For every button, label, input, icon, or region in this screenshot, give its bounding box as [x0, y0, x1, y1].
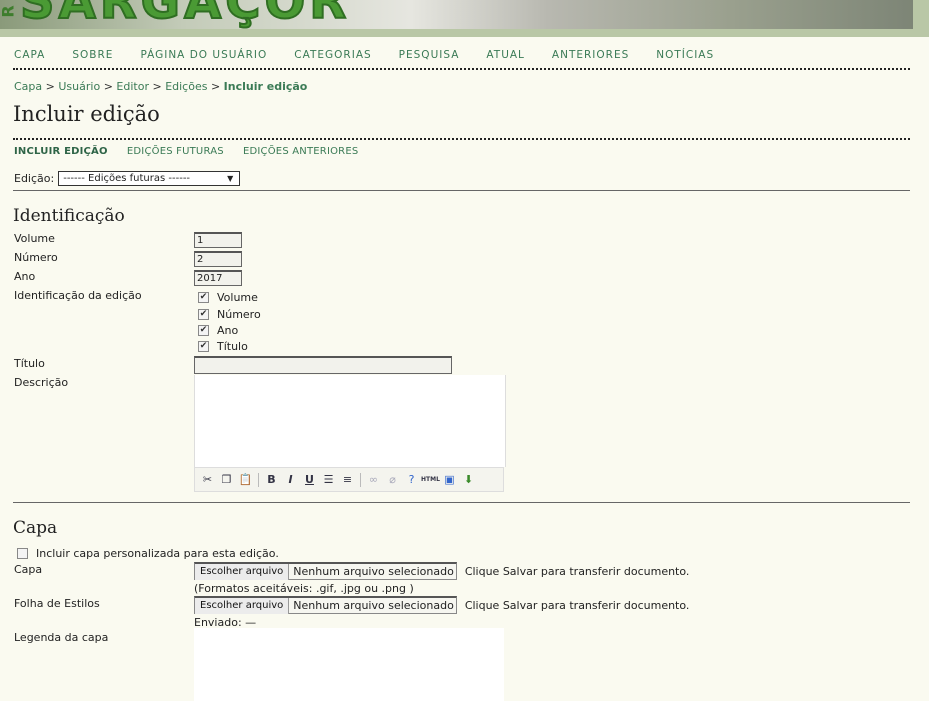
- paste-icon[interactable]: 📋: [236, 471, 255, 489]
- year-label: Ano: [14, 270, 36, 283]
- identification-title: Identificação: [13, 206, 125, 226]
- toolbar-separator: [360, 472, 361, 487]
- year-input[interactable]: 2017: [194, 270, 242, 286]
- breadcrumb-separator: >: [152, 80, 162, 93]
- cover-label: Capa: [14, 563, 43, 576]
- tab-edicoes-futuras[interactable]: EDIÇÕES FUTURAS: [127, 146, 224, 157]
- show-title-checkbox[interactable]: ✔: [198, 341, 209, 352]
- image-upload-icon[interactable]: ⬇: [459, 471, 478, 489]
- nav-atual[interactable]: ATUAL: [486, 49, 525, 69]
- volume-label: Volume: [14, 232, 55, 245]
- breadcrumb-capa[interactable]: Capa: [14, 80, 42, 93]
- unlink-icon[interactable]: ⌀: [383, 471, 402, 489]
- bold-icon[interactable]: B: [262, 471, 281, 489]
- stylesheet-choose-file-button[interactable]: Escolher arquivo: [195, 597, 290, 614]
- show-year-checkbox[interactable]: ✔: [198, 325, 209, 336]
- cover-formats-note: (Formatos aceitáveis: .gif, .jpg ou .png…: [194, 582, 414, 595]
- stylesheet-save-hint: Clique Salvar para transferir documento.: [464, 598, 690, 612]
- issue-select[interactable]: ------ Edições futuras ------ ▼: [58, 171, 241, 186]
- description-editor[interactable]: [194, 375, 506, 467]
- stylesheet-file-status: Nenhum arquivo selecionado: [293, 599, 454, 612]
- show-volume-option[interactable]: ✔ Volume: [198, 291, 258, 304]
- breadcrumb-separator: >: [210, 80, 221, 93]
- nav-divider: [13, 68, 910, 70]
- numbered-list-icon[interactable]: ≡: [338, 471, 357, 489]
- description-label: Descrição: [14, 376, 69, 389]
- cover-file-row: Escolher arquivo Nenhum arquivo selecion…: [194, 562, 689, 580]
- bullet-list-icon[interactable]: ☰: [319, 471, 338, 489]
- stylesheet-label: Folha de Estilos: [14, 597, 100, 610]
- stylesheet-file-row: Escolher arquivo Nenhum arquivo selecion…: [194, 596, 689, 614]
- show-number-option[interactable]: ✔ Número: [198, 308, 261, 321]
- breadcrumb-separator: >: [45, 80, 55, 93]
- chevron-down-icon: ▼: [227, 174, 234, 183]
- number-input[interactable]: 2: [194, 251, 242, 267]
- nav-capa[interactable]: CAPA: [14, 49, 45, 69]
- nav-pagina-usuario[interactable]: PÁGINA DO USUÁRIO: [140, 49, 267, 69]
- cover-file-input[interactable]: Escolher arquivo Nenhum arquivo selecion…: [194, 562, 457, 580]
- breadcrumb-editor[interactable]: Editor: [116, 80, 149, 93]
- cover-caption-label: Legenda da capa: [14, 631, 109, 644]
- show-number-label: Número: [217, 308, 261, 321]
- show-number-checkbox[interactable]: ✔: [198, 309, 209, 320]
- issue-subtabs: INCLUIR EDIÇÃO EDIÇÕES FUTURAS EDIÇÕES A…: [14, 146, 374, 157]
- volume-input[interactable]: 1: [194, 232, 242, 248]
- stylesheet-file-input[interactable]: Escolher arquivo Nenhum arquivo selecion…: [194, 596, 457, 614]
- breadcrumb: Capa > Usuário > Editor > Edições > Incl…: [14, 80, 307, 93]
- banner-logo: SARGAÇOR: [19, 0, 351, 29]
- issue-select-row: Edição: ------ Edições futuras ------ ▼: [14, 171, 241, 186]
- toolbar-separator: [258, 472, 259, 487]
- issue-select-label: Edição:: [14, 172, 55, 185]
- nav-noticias[interactable]: NOTÍCIAS: [656, 49, 714, 69]
- show-year-label: Ano: [217, 324, 239, 337]
- show-volume-label: Volume: [217, 291, 258, 304]
- breadcrumb-usuario[interactable]: Usuário: [58, 80, 100, 93]
- cut-icon[interactable]: ✂: [198, 471, 217, 489]
- link-icon[interactable]: ∞: [364, 471, 383, 489]
- breadcrumb-current[interactable]: Incluir edição: [224, 80, 308, 93]
- show-volume-checkbox[interactable]: ✔: [198, 292, 209, 303]
- nav-sobre[interactable]: SOBRE: [72, 49, 113, 69]
- nav-anteriores[interactable]: ANTERIORES: [552, 49, 629, 69]
- cover-title: Capa: [13, 518, 58, 538]
- underline-icon[interactable]: U: [300, 471, 319, 489]
- section-divider: [13, 502, 910, 503]
- cover-save-hint: Clique Salvar para transferir documento.: [464, 564, 690, 578]
- tab-incluir-edicao[interactable]: INCLUIR EDIÇÃO: [14, 146, 108, 157]
- breadcrumb-edicoes[interactable]: Edições: [165, 80, 207, 93]
- html-icon[interactable]: HTML: [421, 471, 440, 489]
- cover-file-status: Nenhum arquivo selecionado: [293, 565, 454, 578]
- issue-identification-label: Identificação da edição: [14, 289, 142, 302]
- custom-cover-checkbox[interactable]: [17, 548, 28, 559]
- cover-caption-editor[interactable]: [194, 628, 504, 701]
- main-nav: CAPA SOBRE PÁGINA DO USUÁRIO CATEGORIAS …: [14, 49, 913, 69]
- custom-cover-option[interactable]: Incluir capa personalizada para esta edi…: [17, 547, 279, 560]
- title-input[interactable]: [194, 356, 452, 374]
- show-title-option[interactable]: ✔ Título: [198, 340, 248, 353]
- nav-categorias[interactable]: CATEGORIAS: [294, 49, 371, 69]
- fullscreen-icon[interactable]: ▣: [440, 471, 459, 489]
- number-label: Número: [14, 251, 58, 264]
- banner-logo-prefix: R: [0, 5, 18, 18]
- section-divider: [13, 190, 910, 191]
- banner-image: R SARGAÇOR: [0, 0, 913, 29]
- show-title-label: Título: [217, 340, 248, 353]
- title-label: Título: [14, 357, 45, 370]
- nav-pesquisa[interactable]: PESQUISA: [399, 49, 460, 69]
- show-year-option[interactable]: ✔ Ano: [198, 324, 238, 337]
- issue-select-value: ------ Edições futuras ------: [63, 173, 191, 184]
- italic-icon[interactable]: I: [281, 471, 300, 489]
- breadcrumb-separator: >: [103, 80, 113, 93]
- tab-edicoes-anteriores[interactable]: EDIÇÕES ANTERIORES: [243, 146, 358, 157]
- cover-choose-file-button[interactable]: Escolher arquivo: [195, 563, 290, 580]
- editor-toolbar: ✂ ❐ 📋 B I U ☰ ≡ ∞ ⌀ ? HTML ▣ ⬇: [194, 467, 504, 492]
- site-banner: R SARGAÇOR: [0, 0, 929, 37]
- help-icon[interactable]: ?: [402, 471, 421, 489]
- copy-icon[interactable]: ❐: [217, 471, 236, 489]
- title-divider: [13, 138, 910, 140]
- page-title: Incluir edição: [13, 102, 160, 126]
- custom-cover-label: Incluir capa personalizada para esta edi…: [36, 547, 279, 560]
